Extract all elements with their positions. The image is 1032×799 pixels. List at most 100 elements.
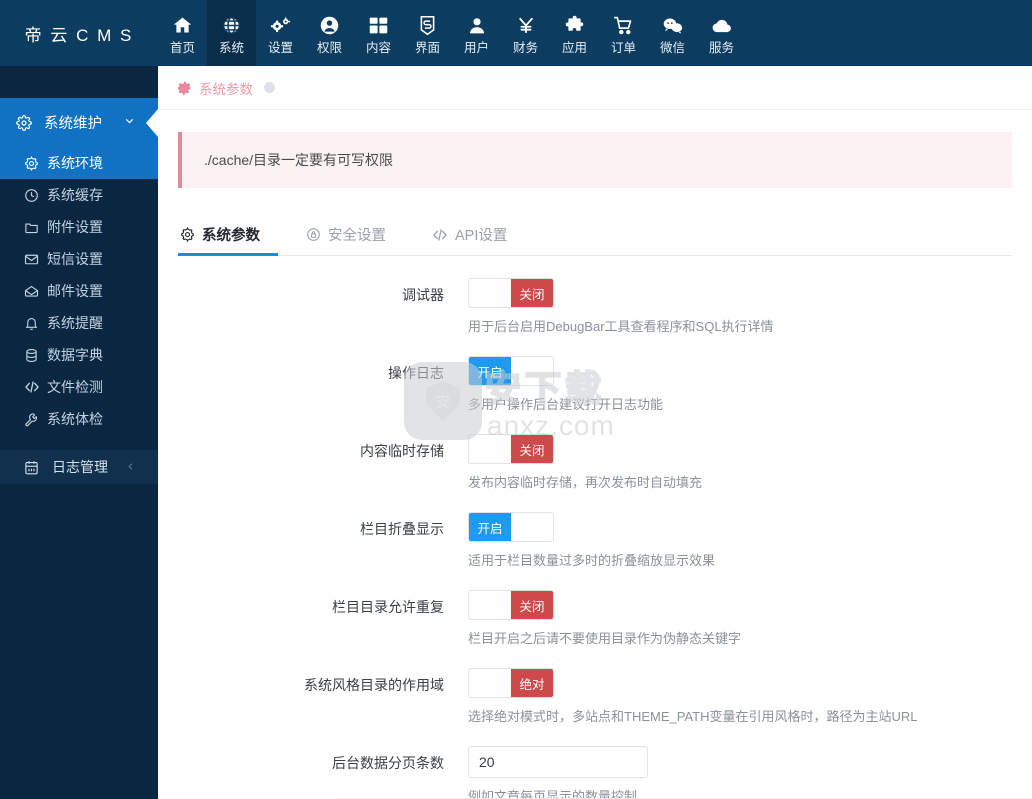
tab-API设置[interactable]: API设置 [430,214,525,255]
nav-item-label: 内容 [365,40,391,55]
toggle-操作日志[interactable]: 开启 [468,356,554,386]
bell-icon [24,316,44,331]
envelope-icon [24,252,44,267]
toggle-off-half[interactable] [511,357,553,385]
nav-item-权限[interactable]: 权限 [305,0,354,66]
toggle-off-half[interactable]: 绝对 [511,669,553,697]
wechat-icon [662,14,684,38]
sidebar-item-系统体检[interactable]: 系统体检 [0,403,158,435]
nav-item-用户[interactable]: 用户 [452,0,501,66]
alert-wrapper: ./cache/目录一定要有可写权限 [158,110,1032,188]
form-hint: 适用于栏目数量过多时的折叠缩放显示效果 [468,553,716,568]
tab-label: 系统参数 [202,228,260,244]
toggle-栏目目录允许重复[interactable]: 关闭 [468,590,554,620]
toggle-off-half[interactable]: 关闭 [511,435,553,463]
sidebar-item-系统环境[interactable]: 系统环境 [0,147,158,179]
input-后台数据分页条数[interactable] [468,746,648,778]
toggle-off-label: 关闭 [519,443,545,458]
form-row: 调试器 关闭 用于后台启用DebugBar工具查看程序和SQL执行详情 [178,278,1012,336]
form-label: 操作日志 [388,365,444,381]
nav-item-label: 用户 [463,40,489,55]
yen-icon [516,14,536,38]
form-control: 关闭 发布内容临时存储，再次发布时自动填充 [468,434,1012,492]
brand-logo: 帝 云 C M S [24,25,134,45]
toggle-on-half[interactable] [469,435,511,463]
sidebar-item-短信设置[interactable]: 短信设置 [0,243,158,275]
nav-item-label: 权限 [316,40,342,55]
sidebar-item-label: 系统体检 [47,411,103,427]
tab-系统参数[interactable]: 系统参数 [178,214,278,256]
toggle-off-half[interactable]: 关闭 [511,591,553,619]
toggle-栏目折叠显示[interactable]: 开启 [468,512,554,542]
form-label: 栏目折叠显示 [360,521,444,537]
nav-item-界面[interactable]: 界面 [403,0,452,66]
toggle-on-label: 开启 [477,521,503,536]
wrench-icon [24,412,44,427]
nav-item-首页[interactable]: 首页 [158,0,207,66]
gear-icon [180,227,195,242]
sidebar: 系统维护 系统环境 系统缓存附件设置短信设置邮件设置系统提醒数据字典文件检测系统体… [0,66,158,799]
nav-item-应用[interactable]: 应用 [550,0,599,66]
active-pointer-notch [146,108,158,137]
html5-icon [418,14,437,38]
top-nav-items: 首页 系统 设置 权限 内容 界面 用户 财务 应用 订单 微信 服务 [158,0,746,66]
form-row: 后台数据分页条数 例如文章每页显示的数量控制 [178,746,1012,799]
toggle-off-half[interactable] [511,513,553,541]
nav-item-服务[interactable]: 服务 [697,0,746,66]
nav-item-财务[interactable]: 财务 [501,0,550,66]
home-icon [172,14,193,38]
toggle-off-label: 绝对 [519,677,545,692]
status-dot [264,82,275,93]
nav-item-订单[interactable]: 订单 [599,0,648,66]
nav-item-label: 财务 [512,40,538,55]
sidebar-item-数据字典[interactable]: 数据字典 [0,339,158,371]
toggle-on-half[interactable]: 开启 [469,357,511,385]
code-icon [24,379,44,395]
toggle-on-half[interactable] [469,669,511,697]
nav-item-设置[interactable]: 设置 [256,0,305,66]
form-control: 例如文章每页显示的数量控制 [468,746,1012,799]
tab-bar: 系统参数 安全设置 API设置 [178,214,1012,256]
top-navigation-bar: 帝 云 C M S 首页 系统 设置 权限 内容 界面 用户 财务 应用 订单 微信 服务 [0,0,1032,66]
globe-icon [221,14,242,38]
calendar-icon [24,460,44,475]
warning-alert: ./cache/目录一定要有可写权限 [178,132,1012,188]
toggle-系统风格目录的作用域[interactable]: 绝对 [468,668,554,698]
form-row: 操作日志 开启多用户操作后台建议打开日志功能 [178,356,1012,414]
form-row: 栏目折叠显示 开启适用于栏目数量过多时的折叠缩放显示效果 [178,512,1012,570]
nav-item-系统[interactable]: 系统 [207,0,256,66]
sidebar-group-system-maintenance[interactable]: 系统维护 [0,98,158,147]
toggle-off-half[interactable]: 关闭 [511,279,553,307]
sidebar-item-label: 附件设置 [47,219,103,235]
code-icon [432,227,448,243]
nav-item-微信[interactable]: 微信 [648,0,697,66]
sidebar-item-label: 邮件设置 [47,283,103,299]
toggle-内容临时存储[interactable]: 关闭 [468,434,554,464]
user-icon [467,14,487,38]
settings-form: 调试器 关闭 用于后台启用DebugBar工具查看程序和SQL执行详情 操作日志 开启多… [178,256,1012,799]
sidebar-item-系统提醒[interactable]: 系统提醒 [0,307,158,339]
tab-安全设置[interactable]: 安全设置 [304,214,404,255]
toggle-on-half[interactable] [469,279,511,307]
form-control: 绝对 选择绝对模式时，多站点和THEME_PATH变量在引用风格时，路径为主站UR… [468,668,1012,726]
app-root: 帝 云 C M S 首页 系统 设置 权限 内容 界面 用户 财务 应用 订单 微信 服务 系统维护 … [0,0,1032,799]
gear-icon [16,114,38,131]
sidebar-item-文件检测[interactable]: 文件检测 [0,371,158,403]
toggle-on-half[interactable]: 开启 [469,513,511,541]
form-hint: 用于后台启用DebugBar工具查看程序和SQL执行详情 [468,319,774,334]
sidebar-item-系统缓存[interactable]: 系统缓存 [0,179,158,211]
toggle-调试器[interactable]: 关闭 [468,278,554,308]
nav-item-内容[interactable]: 内容 [354,0,403,66]
breadcrumb: 系统参数 [158,66,1032,110]
sidebar-item-log-management[interactable]: 日志管理 [0,450,158,484]
chevron-left-icon[interactable] [125,459,136,475]
sidebar-item-邮件设置[interactable]: 邮件设置 [0,275,158,307]
alert-text: ./cache/目录一定要有可写权限 [204,152,394,168]
puzzle-icon [564,14,585,38]
sidebar-item-label: 日志管理 [52,459,108,475]
sidebar-item-附件设置[interactable]: 附件设置 [0,211,158,243]
form-hint: 多用户操作后台建议打开日志功能 [468,397,664,412]
toggle-on-half[interactable] [469,591,511,619]
sidebar-item-label: 数据字典 [47,347,103,363]
form-row: 内容临时存储 关闭 发布内容临时存储，再次发布时自动填充 [178,434,1012,492]
